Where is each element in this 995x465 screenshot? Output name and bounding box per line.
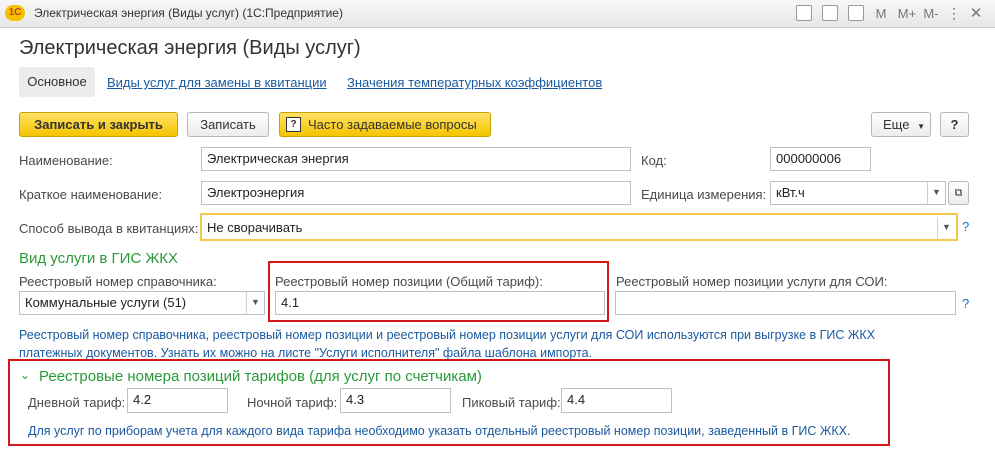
night-tariff-label: Ночной тариф: (247, 395, 338, 410)
tariffs-section-title[interactable]: Реестровые номера позиций тарифов (для у… (39, 368, 482, 385)
help-button[interactable]: ? (940, 112, 969, 137)
question-icon: ? (286, 117, 301, 132)
soi-help-icon[interactable]: ? (962, 296, 969, 311)
print-icon[interactable] (796, 5, 812, 21)
registry-value: Коммунальные услуги (51) (25, 295, 187, 310)
output-mode-select[interactable]: Не сворачивать ▼ (200, 213, 958, 241)
unit-dropdown-button[interactable]: ▼ (927, 182, 945, 204)
name-label: Наименование: (19, 153, 113, 168)
short-name-input[interactable]: Электроэнергия (201, 181, 631, 205)
tab-main[interactable]: Основное (19, 67, 95, 97)
app-logo-icon: 1С (5, 5, 25, 21)
output-mode-label: Способ вывода в квитанциях: (19, 221, 199, 236)
tab-temperature-coefficients[interactable]: Значения температурных коэффициентов (347, 75, 602, 90)
short-name-label: Краткое наименование: (19, 187, 163, 202)
faq-button[interactable]: ? Часто задаваемые вопросы (279, 112, 491, 137)
memory-minus-button[interactable]: M- (921, 5, 941, 22)
unit-value: кВт.ч (776, 185, 805, 200)
close-window-button[interactable]: ✕ (965, 5, 987, 22)
tab-replacement-services[interactable]: Виды услуг для замены в квитанции (107, 75, 327, 90)
more-button-label: Еще (883, 117, 910, 132)
registry-label: Реестровый номер справочника: (19, 274, 217, 289)
save-button[interactable]: Записать (187, 112, 269, 137)
output-mode-dropdown-button[interactable]: ▼ (937, 217, 955, 239)
gis-hint-line1: Реестровый номер справочника, реестровый… (19, 328, 876, 342)
peak-tariff-label: Пиковый тариф: (462, 395, 561, 410)
chevron-down-icon[interactable]: ⌄ (20, 368, 30, 382)
position-input[interactable]: 4.1 (275, 291, 605, 315)
faq-button-label: Часто задаваемые вопросы (308, 117, 477, 132)
name-input[interactable]: Электрическая энергия (201, 147, 631, 171)
chevron-down-icon: ▼ (917, 122, 925, 131)
output-mode-value: Не сворачивать (207, 220, 303, 235)
soi-label: Реестровый номер позиции услуги для СОИ: (616, 274, 888, 289)
window-title: Электрическая энергия (Виды услуг) (1С:П… (34, 6, 343, 20)
code-input[interactable]: 000000006 (770, 147, 871, 171)
unit-label: Единица измерения: (641, 187, 767, 202)
position-label: Реестровый номер позиции (Общий тариф): (275, 274, 543, 289)
peak-tariff-input[interactable]: 4.4 (561, 388, 672, 413)
output-mode-help-icon[interactable]: ? (962, 219, 969, 234)
tariffs-hint: Для услуг по приборам учета для каждого … (28, 424, 851, 438)
night-tariff-input[interactable]: 4.3 (340, 388, 451, 413)
more-button[interactable]: Еще ▼ (871, 112, 931, 137)
code-label: Код: (641, 153, 667, 168)
page-title: Электрическая энергия (Виды услуг) (19, 37, 361, 59)
memory-button[interactable]: M (872, 5, 890, 22)
menu-icon[interactable]: ⋮ (946, 5, 962, 21)
unit-select[interactable]: кВт.ч ▼ (770, 181, 946, 205)
save-and-close-button[interactable]: Записать и закрыть (19, 112, 178, 137)
gis-section-title: Вид услуги в ГИС ЖКХ (19, 250, 179, 267)
memory-plus-button[interactable]: M+ (895, 5, 919, 22)
registry-select[interactable]: Коммунальные услуги (51) ▼ (19, 291, 265, 315)
calendar-icon[interactable] (848, 5, 864, 21)
open-unit-icon[interactable]: ⧉ (948, 181, 969, 205)
day-tariff-label: Дневной тариф: (28, 395, 126, 410)
save-file-icon[interactable] (822, 5, 838, 21)
soi-input[interactable] (615, 291, 956, 315)
registry-dropdown-button[interactable]: ▼ (246, 292, 264, 314)
day-tariff-input[interactable]: 4.2 (127, 388, 228, 413)
